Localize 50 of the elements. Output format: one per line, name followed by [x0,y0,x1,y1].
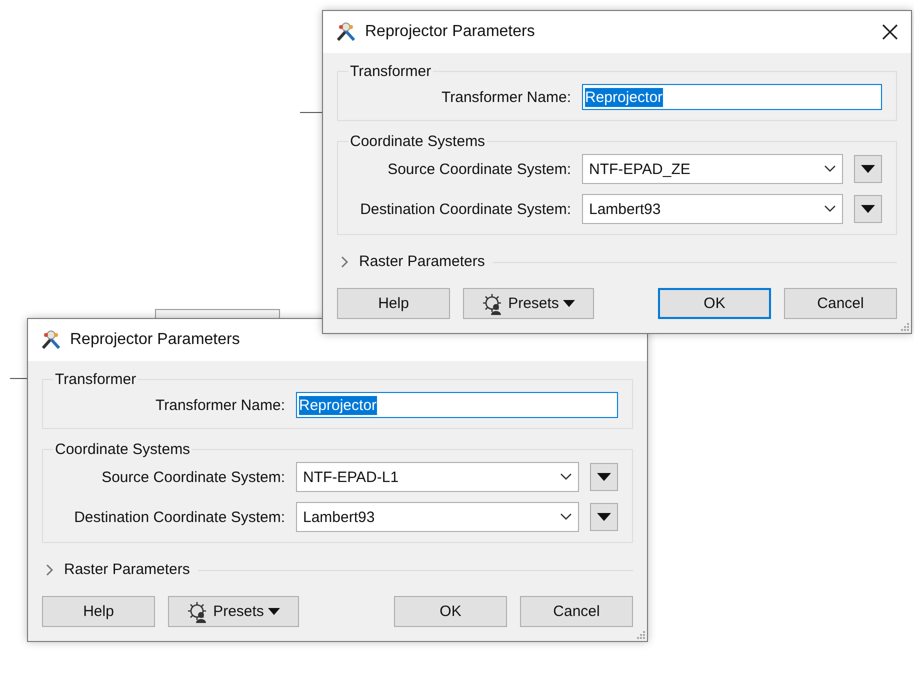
resize-grip-icon [901,323,909,331]
field-label: Destination Coordinate System: [73,508,285,526]
caret-down-icon [562,300,575,307]
tool-icon [40,329,62,351]
ok-button[interactable]: OK [658,288,771,319]
group-title: Transformer [349,63,432,80]
section-toggle[interactable]: Raster Parameters [42,561,190,578]
close-icon [881,23,899,41]
text-field[interactable]: Reprojector [582,84,882,110]
ok-button[interactable]: OK [394,596,507,627]
cancel-button[interactable]: Cancel [520,596,633,627]
presets-button[interactable]: Presets [463,288,594,319]
menu-button[interactable] [590,503,618,531]
chevron-right-icon [46,564,54,576]
menu-button[interactable] [854,195,882,223]
help-button[interactable]: Help [42,596,155,627]
triangle-down-icon [861,165,875,173]
chevron-down-icon [824,165,836,173]
help-button[interactable]: Help [337,288,450,319]
group-title: Transformer [54,371,138,388]
dropdown-field[interactable]: NTF-EPAD_ZE [582,154,843,184]
field-label: Destination Coordinate System: [359,200,571,218]
chevron-right-icon [341,256,349,268]
field-label: Transformer Name: [154,396,285,414]
close-button[interactable] [881,23,899,41]
caret-down-icon [268,608,280,615]
dropdown-field[interactable]: NTF-EPAD-L1 [296,462,579,492]
group-title: Coordinate Systems [349,133,486,150]
window-title: Reprojector Parameters [365,23,536,41]
resize-grip-icon [637,631,645,639]
tool-icon [335,21,357,43]
menu-button[interactable] [590,463,618,491]
field-label: Transformer Name: [440,88,571,106]
group-title: Coordinate Systems [54,441,192,458]
cancel-button[interactable]: Cancel [784,288,897,319]
triangle-down-icon [861,205,875,213]
presets-button[interactable]: Presets [168,596,299,627]
menu-button[interactable] [854,155,882,183]
section-toggle[interactable]: Raster Parameters [337,253,485,270]
triangle-down-icon [597,513,611,521]
dropdown-field[interactable]: Lambert93 [582,194,843,224]
field-label: Source Coordinate System: [100,468,285,486]
chevron-down-icon [560,473,572,481]
dropdown-field[interactable]: Lambert93 [296,502,579,532]
window-title: Reprojector Parameters [70,331,241,349]
chevron-down-icon [560,513,572,521]
triangle-down-icon [597,473,611,481]
field-label: Source Coordinate System: [386,160,571,178]
text-field[interactable]: Reprojector [296,392,618,418]
chevron-down-icon [824,205,836,213]
